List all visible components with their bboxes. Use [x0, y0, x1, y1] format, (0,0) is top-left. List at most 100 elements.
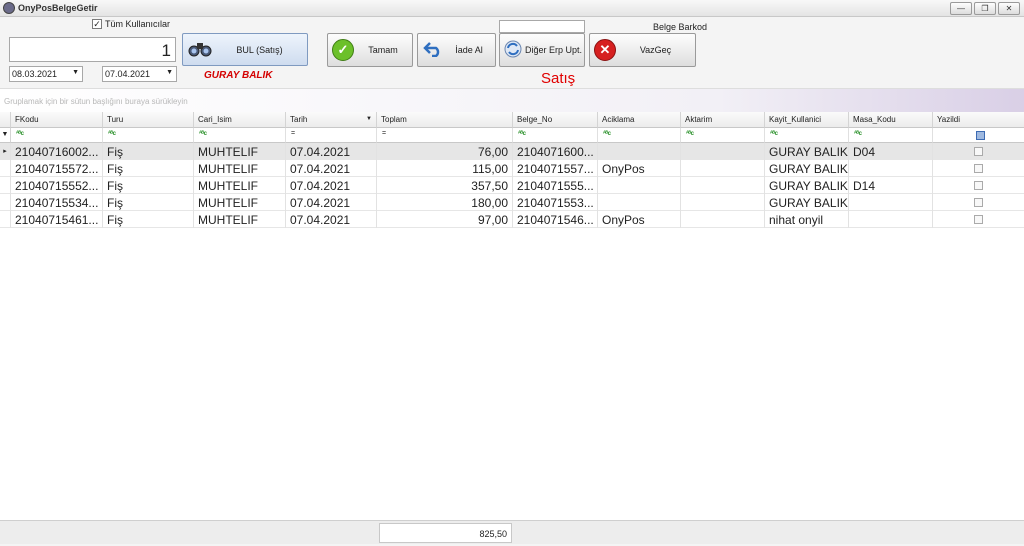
- cell-fkodu[interactable]: 21040715461...: [11, 211, 103, 228]
- cell-masa-kodu[interactable]: [849, 160, 933, 177]
- cell-aktarim[interactable]: [681, 160, 765, 177]
- cell-cari-isim[interactable]: MUHTELIF: [194, 143, 286, 160]
- cell-belge-no[interactable]: 2104071600...: [513, 143, 598, 160]
- filter-belge-no[interactable]: ᴬᴮc: [513, 128, 598, 143]
- filter-aciklama[interactable]: ᴬᴮc: [598, 128, 681, 143]
- cell-cari-isim[interactable]: MUHTELIF: [194, 211, 286, 228]
- cell-masa-kodu[interactable]: [849, 211, 933, 228]
- cell-belge-no[interactable]: 2104071553...: [513, 194, 598, 211]
- filter-checkbox-icon[interactable]: [976, 131, 985, 140]
- cell-tarih[interactable]: 07.04.2021: [286, 160, 377, 177]
- chevron-down-icon[interactable]: ▼: [72, 69, 79, 76]
- cell-turu[interactable]: Fiş: [103, 211, 194, 228]
- cell-toplam[interactable]: 115,00: [377, 160, 513, 177]
- filter-toplam[interactable]: =: [377, 128, 513, 143]
- cell-aktarim[interactable]: [681, 211, 765, 228]
- cell-turu[interactable]: Fiş: [103, 194, 194, 211]
- cell-toplam[interactable]: 180,00: [377, 194, 513, 211]
- table-row[interactable]: 21040715552... Fiş MUHTELIF 07.04.2021 357,5…: [0, 177, 1024, 194]
- date-to-picker[interactable]: 07.04.2021 ▼: [102, 66, 177, 82]
- yazildi-checkbox[interactable]: [974, 147, 983, 156]
- yazildi-checkbox[interactable]: [974, 181, 983, 190]
- column-header-belge-no[interactable]: Belge_No: [513, 112, 598, 128]
- yazildi-checkbox[interactable]: [974, 215, 983, 224]
- cell-toplam[interactable]: 76,00: [377, 143, 513, 160]
- group-panel[interactable]: Gruplamak için bir sütun başlığını buray…: [0, 88, 1024, 112]
- yazildi-checkbox[interactable]: [974, 198, 983, 207]
- cell-kayit-kullanici[interactable]: nihat onyil: [765, 211, 849, 228]
- cell-aciklama[interactable]: [598, 143, 681, 160]
- cell-aktarim[interactable]: [681, 143, 765, 160]
- cell-yazildi[interactable]: [933, 194, 1024, 211]
- column-header-cari-isim[interactable]: Cari_Isim: [194, 112, 286, 128]
- close-button[interactable]: ✕: [998, 2, 1020, 15]
- restore-button[interactable]: ❐: [974, 2, 996, 15]
- filter-turu[interactable]: ᴬᴮc: [103, 128, 194, 143]
- cell-tarih[interactable]: 07.04.2021: [286, 177, 377, 194]
- cell-turu[interactable]: Fiş: [103, 160, 194, 177]
- cell-tarih[interactable]: 07.04.2021: [286, 211, 377, 228]
- cell-cari-isim[interactable]: MUHTELIF: [194, 194, 286, 211]
- column-header-masa-kodu[interactable]: Masa_Kodu: [849, 112, 933, 128]
- cell-fkodu[interactable]: 21040715572...: [11, 160, 103, 177]
- cell-tarih[interactable]: 07.04.2021: [286, 194, 377, 211]
- column-header-tarih[interactable]: Tarih ▼: [286, 112, 377, 128]
- cancel-button[interactable]: ✕ VazGeç: [589, 33, 696, 67]
- table-row[interactable]: 21040715534... Fiş MUHTELIF 07.04.2021 180,0…: [0, 194, 1024, 211]
- column-header-aciklama[interactable]: Aciklama: [598, 112, 681, 128]
- cell-turu[interactable]: Fiş: [103, 177, 194, 194]
- cell-toplam[interactable]: 357,50: [377, 177, 513, 194]
- cell-yazildi[interactable]: [933, 160, 1024, 177]
- cell-fkodu[interactable]: 21040715552...: [11, 177, 103, 194]
- cell-kayit-kullanici[interactable]: GURAY BALIK: [765, 177, 849, 194]
- ok-button[interactable]: ✓ Tamam: [327, 33, 413, 67]
- all-users-checkbox[interactable]: ✓: [92, 19, 102, 29]
- cell-cari-isim[interactable]: MUHTELIF: [194, 177, 286, 194]
- cell-belge-no[interactable]: 2104071546...: [513, 211, 598, 228]
- filter-kayit-kullanici[interactable]: ᴬᴮc: [765, 128, 849, 143]
- column-header-yazildi[interactable]: Yazildi: [933, 112, 1024, 128]
- other-erp-update-button[interactable]: Diğer Erp Upt.: [499, 33, 585, 67]
- table-row[interactable]: 21040715572... Fiş MUHTELIF 07.04.2021 115,0…: [0, 160, 1024, 177]
- cell-toplam[interactable]: 97,00: [377, 211, 513, 228]
- filter-aktarim[interactable]: ᴬᴮc: [681, 128, 765, 143]
- cell-belge-no[interactable]: 2104071557...: [513, 160, 598, 177]
- column-header-fkodu[interactable]: FKodu: [11, 112, 103, 128]
- barcode-input[interactable]: [499, 20, 585, 33]
- column-header-aktarim[interactable]: Aktarim: [681, 112, 765, 128]
- cell-kayit-kullanici[interactable]: GURAY BALIK: [765, 160, 849, 177]
- minimize-button[interactable]: —: [950, 2, 972, 15]
- column-header-kayit-kullanici[interactable]: Kayit_Kullanici: [765, 112, 849, 128]
- table-row[interactable]: 21040715461... Fiş MUHTELIF 07.04.2021 97,00…: [0, 211, 1024, 228]
- find-sales-button[interactable]: BUL (Satış): [182, 33, 308, 66]
- filter-fkodu[interactable]: ᴬᴮc: [11, 128, 103, 143]
- filter-masa-kodu[interactable]: ᴬᴮc: [849, 128, 933, 143]
- cell-tarih[interactable]: 07.04.2021: [286, 143, 377, 160]
- cell-cari-isim[interactable]: MUHTELIF: [194, 160, 286, 177]
- cell-aciklama[interactable]: [598, 194, 681, 211]
- cell-masa-kodu[interactable]: D04: [849, 143, 933, 160]
- cell-aktarim[interactable]: [681, 194, 765, 211]
- column-header-turu[interactable]: Turu: [103, 112, 194, 128]
- cell-kayit-kullanici[interactable]: GURAY BALIK: [765, 194, 849, 211]
- cell-yazildi[interactable]: [933, 211, 1024, 228]
- filter-cari-isim[interactable]: ᴬᴮc: [194, 128, 286, 143]
- filter-yazildi[interactable]: [933, 128, 1024, 143]
- cell-yazildi[interactable]: [933, 177, 1024, 194]
- column-header-toplam[interactable]: Toplam: [377, 112, 513, 128]
- cell-aciklama[interactable]: OnyPos: [598, 160, 681, 177]
- cell-kayit-kullanici[interactable]: GURAY BALIK: [765, 143, 849, 160]
- cell-masa-kodu[interactable]: [849, 194, 933, 211]
- filter-tarih[interactable]: =: [286, 128, 377, 143]
- cell-masa-kodu[interactable]: D14: [849, 177, 933, 194]
- cell-turu[interactable]: Fiş: [103, 143, 194, 160]
- cell-aktarim[interactable]: [681, 177, 765, 194]
- date-from-picker[interactable]: 08.03.2021 ▼: [9, 66, 83, 82]
- cell-yazildi[interactable]: [933, 143, 1024, 160]
- table-row[interactable]: ▸ 21040716002... Fiş MUHTELIF 07.04.2021 76,0…: [0, 143, 1024, 160]
- cell-fkodu[interactable]: 21040716002...: [11, 143, 103, 160]
- chevron-down-icon[interactable]: ▼: [166, 69, 173, 76]
- number-input[interactable]: 1: [9, 37, 176, 62]
- return-button[interactable]: İade Al: [417, 33, 496, 67]
- cell-aciklama[interactable]: [598, 177, 681, 194]
